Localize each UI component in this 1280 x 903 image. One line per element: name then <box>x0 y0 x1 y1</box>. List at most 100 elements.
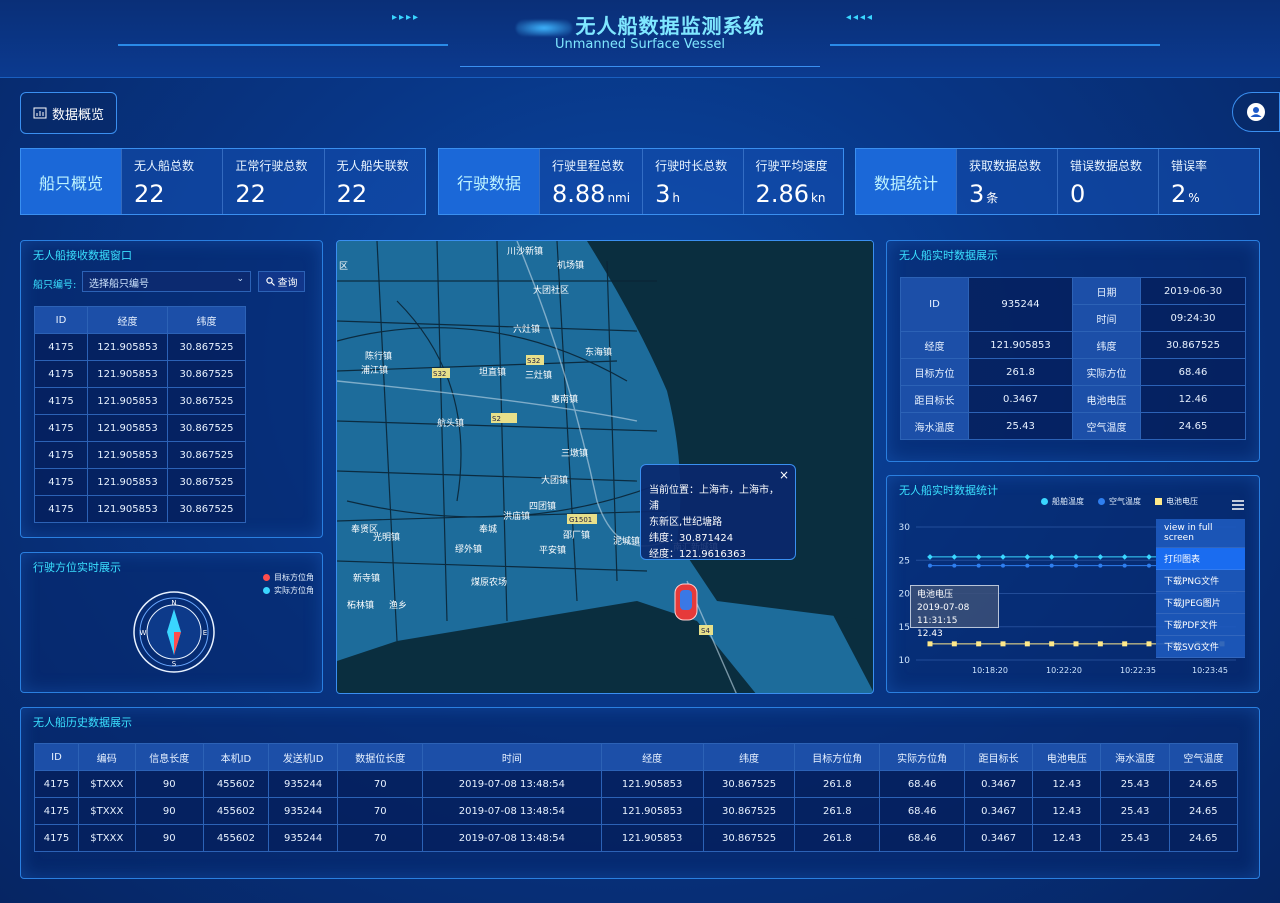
stat-cell: 错误数据总数 0 <box>1057 149 1158 214</box>
data-point <box>1073 554 1079 560</box>
col-header: 数据位长度 <box>337 743 424 771</box>
table-row[interactable]: 4175 121.905853 30.867525 <box>34 495 246 523</box>
map-place-label: 浦江镇 <box>361 364 388 376</box>
cell-value: 68.46 <box>1140 358 1246 386</box>
table-cell: 121.905853 <box>87 360 168 388</box>
data-overview-button[interactable]: 数据概览 <box>20 92 117 134</box>
table-cell: 30.867525 <box>702 797 796 825</box>
table-row[interactable]: 4175 121.905853 30.867525 <box>34 468 246 496</box>
table-row[interactable]: 4175 121.905853 30.867525 <box>34 414 246 442</box>
menu-item-fullscreen[interactable]: view in full screen <box>1156 519 1245 548</box>
stat-label: 行驶时长总数 <box>655 159 728 173</box>
data-point <box>1097 641 1103 647</box>
table-row[interactable]: 4175 $TXXX 90 455602 935244 70 2019-07-08 13:4… <box>34 770 1239 798</box>
table-row[interactable]: 4175 121.905853 30.867525 <box>34 441 246 469</box>
y-tick-label: 10 <box>899 656 911 666</box>
boat-marker-icon <box>674 583 698 621</box>
menu-item-png[interactable]: 下载PNG文件 <box>1156 570 1245 592</box>
data-point <box>1074 563 1078 568</box>
cell-label: 距目标长 <box>900 385 969 413</box>
table-row[interactable]: 4175 121.905853 30.867525 <box>34 333 246 361</box>
data-point <box>1073 641 1079 647</box>
map-place-label: 大团镇 <box>541 474 568 486</box>
table-cell: 68.46 <box>879 797 966 825</box>
road-label-s32b: S32 <box>527 357 540 365</box>
chart-export-menu: view in full screen 打印图表 下载PNG文件 下载JPEG图… <box>1156 519 1245 658</box>
cell-value: 2019-06-30 <box>1140 277 1246 305</box>
table-cell: 4175 <box>34 387 88 415</box>
road-label-g1501: G1501 <box>569 516 592 524</box>
table-cell: 121.905853 <box>87 441 168 469</box>
stat-value: 22 <box>235 180 266 208</box>
data-point <box>928 563 932 568</box>
col-header: 电池电压 <box>1032 743 1102 771</box>
road-label-s32: S32 <box>433 370 446 378</box>
legend-actual: 实际方位角 <box>263 584 314 597</box>
x-tick-label: 10:22:20 <box>1046 666 1082 675</box>
table-cell: 24.65 <box>1168 824 1239 852</box>
stat-label: 错误数据总数 <box>1070 159 1143 173</box>
table-row[interactable]: 4175 $TXXX 90 455602 935244 70 2019-07-08 13:4… <box>34 824 1239 852</box>
table-row[interactable]: 4175 121.905853 30.867525 <box>34 360 246 388</box>
table-cell: 30.867525 <box>167 333 246 361</box>
cell-label: 时间 <box>1072 304 1141 332</box>
col-header: 纬度 <box>702 743 796 771</box>
cell-value: 935244 <box>968 277 1073 332</box>
col-header: 空气温度 <box>1168 743 1239 771</box>
col-header: 实际方位角 <box>879 743 966 771</box>
table-cell: 68.46 <box>879 770 966 798</box>
col-header: 经度 <box>87 306 168 334</box>
table-cell: 2019-07-08 13:48:54 <box>422 770 602 798</box>
popup-close-icon[interactable]: × <box>779 467 789 483</box>
menu-item-svg[interactable]: 下载SVG文件 <box>1156 636 1245 658</box>
data-point <box>1024 641 1030 647</box>
ship-id-label: 船只编号: <box>33 280 77 291</box>
query-button[interactable]: 查询 <box>258 271 305 292</box>
table-cell: 4175 <box>34 360 88 388</box>
user-button[interactable] <box>1232 92 1280 132</box>
cell-label: 纬度 <box>1072 331 1141 359</box>
table-row[interactable]: 4175 121.905853 30.867525 <box>34 387 246 415</box>
stat-value: 3h <box>655 180 680 208</box>
popup-latitude: 纬度：30.871424 <box>649 533 734 544</box>
y-tick-label: 25 <box>899 556 910 566</box>
map-place-label: 坦直镇 <box>479 366 506 378</box>
map-place-label: 陈行镇 <box>365 350 392 362</box>
realtime-row: 距目标长 0.3467 电池电压 12.46 <box>900 385 1246 413</box>
cell-label: 海水温度 <box>900 412 969 440</box>
tooltip-time: 2019-07-08 11:31:15 <box>917 603 970 626</box>
map-place-label: 奉城 <box>479 523 497 535</box>
table-row[interactable]: 4175 $TXXX 90 455602 935244 70 2019-07-08 13:4… <box>34 797 1239 825</box>
actual-dot-icon <box>263 587 270 594</box>
data-overview-label: 数据概览 <box>51 107 104 123</box>
cell-value: 25.43 <box>968 412 1073 440</box>
compass-panel-title: 行驶方位实时展示 <box>33 561 121 574</box>
menu-item-print[interactable]: 打印图表 <box>1156 548 1245 570</box>
data-point <box>1049 563 1054 568</box>
target-dot-icon <box>263 574 270 581</box>
data-point <box>975 554 982 560</box>
menu-item-jpeg[interactable]: 下载JPEG图片 <box>1156 592 1245 614</box>
table-cell: 30.867525 <box>167 441 246 469</box>
cell-label: 实际方位 <box>1072 358 1141 386</box>
stat-cell: 行驶时长总数 3 h <box>642 149 742 214</box>
stat-cell: 无人船失联数 22 <box>323 149 425 214</box>
compass-icon: N S E W <box>133 591 215 673</box>
header-deco-left <box>118 44 448 46</box>
cell-value: 09:24:30 <box>1140 304 1246 332</box>
menu-item-pdf[interactable]: 下载PDF文件 <box>1156 614 1245 636</box>
data-point <box>1000 641 1006 647</box>
cell-label: 电池电压 <box>1072 385 1141 413</box>
stat-block-ships: 船只概览 无人船总数 22 正常行驶总数 22 无人船失联数 22 <box>20 148 426 215</box>
table-cell: 935244 <box>267 824 339 852</box>
header-arrows-right: ◂◂◂◂ <box>846 12 875 23</box>
table-cell: $TXXX <box>78 770 136 798</box>
ship-select[interactable]: 选择船只编号 ⌄ <box>82 271 251 292</box>
table-cell: 2019-07-08 13:48:54 <box>422 824 602 852</box>
history-panel-title: 无人船历史数据展示 <box>33 716 132 729</box>
realtime-panel-title: 无人船实时数据展示 <box>899 249 998 262</box>
stat-cell: 正常行驶总数 22 <box>222 149 323 214</box>
map-place-label: 航头镇 <box>437 417 464 429</box>
chart-icon <box>33 107 47 119</box>
stat-label: 行驶里程总数 <box>552 159 625 173</box>
